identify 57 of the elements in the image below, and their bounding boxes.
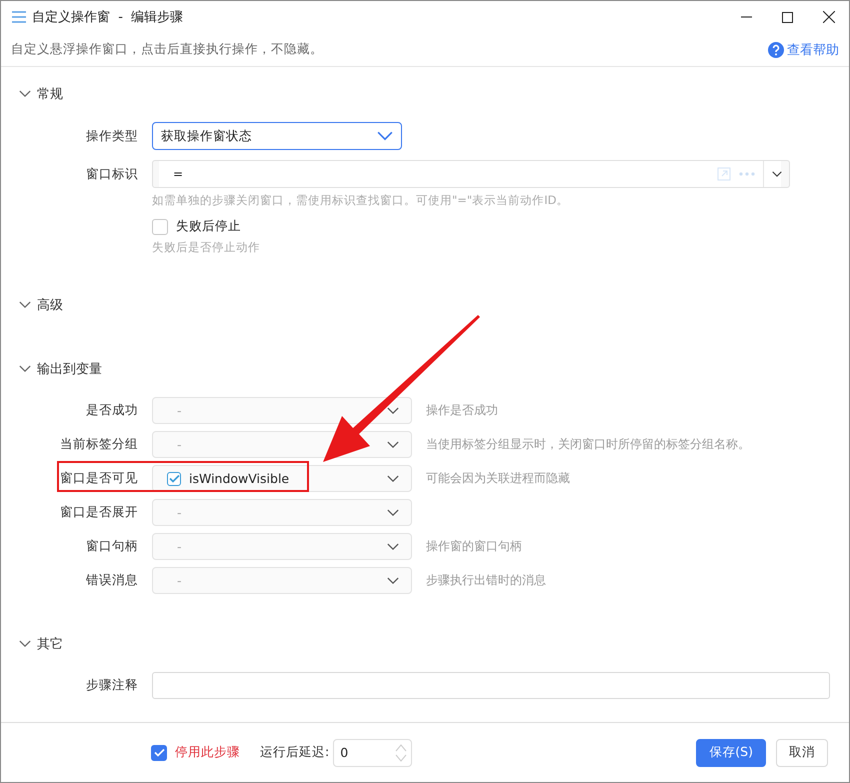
chevron-down-icon [19,365,31,373]
chevron-down-icon [19,301,31,309]
window-title: 自定义操作窗 - 编辑步骤 [32,9,184,26]
field-label: 当前标签分组 [59,436,138,453]
checkbox[interactable] [151,744,167,760]
open-external-icon[interactable] [717,167,731,181]
section-header[interactable]: 常规 [1,80,849,108]
field-label: 窗口是否展开 [59,504,138,521]
more-icon[interactable] [739,172,755,176]
field-label: 窗口句柄 [85,538,138,555]
disable-step-label: 停用此步骤 [175,744,240,761]
chevron-down-icon [19,90,31,98]
checkbox-label: 失败后停止 [176,218,241,235]
cancel-button[interactable]: 取消 [776,738,828,766]
chevron-down-icon [387,474,399,482]
chevron-down-icon [387,440,399,448]
field-hint: 操作是否成功 [426,402,498,419]
description-text: 自定义悬浮操作窗口，点击后直接执行操作，不隐藏。 [11,41,324,58]
chevron-down-icon [387,406,399,414]
field-label: 是否成功 [85,402,138,419]
field-label: 步骤注释 [85,677,138,694]
close-icon [822,11,834,23]
field-hint: 可能会因为关联进程而隐藏 [426,470,570,487]
chevron-down-icon [19,640,31,648]
help-link[interactable]: 查看帮助 [768,40,839,58]
field-label: 操作类型 [85,128,138,144]
delay-field[interactable]: 0 [333,738,412,766]
field-hint: 操作窗的窗口句柄 [426,538,522,555]
chevron-down-icon [377,131,393,141]
field-hint: 当使用标签分组显示时，关闭窗口时所停留的标签分组名称。 [426,436,750,453]
delay-label: 运行后延迟: [260,744,330,761]
check-icon [154,748,164,757]
variable-select[interactable]: isWindowVisible [152,465,412,492]
field-hint: 步骤执行出错时的消息 [426,572,546,589]
check-icon [168,474,180,483]
chevron-down-icon [387,542,399,550]
chevron-down-icon [387,508,399,516]
section-header[interactable]: 输出到变量 [1,355,849,383]
field-label: 窗口是否可见 [59,470,138,487]
help-icon [768,42,784,58]
minimize-icon [741,16,752,18]
menu-icon[interactable] [12,11,26,23]
note-field[interactable] [152,672,830,699]
field-hint: 如需单独的步骤关闭窗口，需使用标识查找窗口。可使用"="表示当前动作ID。 [152,193,570,208]
section-header[interactable]: 其它 [1,630,849,658]
chevron-down-icon [772,171,782,177]
field-hint: 失败后是否停止动作 [152,240,260,255]
operation-type-select[interactable]: 获取操作窗状态 [152,122,402,150]
window-id-field[interactable]: = [152,160,790,188]
save-button[interactable]: 保存(S) [696,738,766,766]
section-header[interactable]: 高级 [1,291,849,319]
chevron-down-icon [387,576,399,584]
field-label: 错误消息 [85,572,138,589]
maximize-icon [782,12,793,22]
spinner-icon[interactable] [395,742,408,764]
field-label: 窗口标识 [85,165,138,183]
checkbox[interactable] [152,218,168,234]
